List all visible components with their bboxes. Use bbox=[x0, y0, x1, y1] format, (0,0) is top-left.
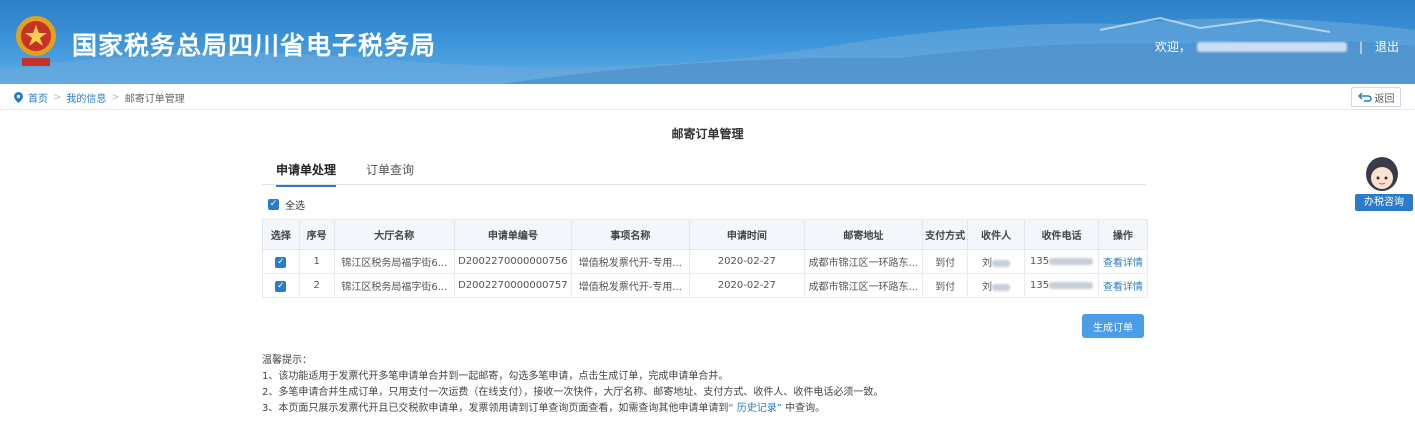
redacted-text bbox=[992, 259, 1011, 267]
cell-address: 成都市锦江区一环路东... bbox=[803, 249, 924, 274]
history-records-link[interactable]: “ 历史记录” bbox=[728, 403, 782, 414]
column-header: 支付方式 bbox=[922, 219, 969, 250]
select-all-checkbox[interactable]: ✓ 全选 bbox=[268, 197, 305, 212]
cell-recipient: 刘 bbox=[967, 273, 1026, 298]
breadcrumb: 首页 > 我的信息 > 邮寄订单管理 bbox=[14, 90, 185, 105]
tab-order-query[interactable]: 订单查询 bbox=[366, 161, 414, 178]
view-details-link[interactable]: 查看详情 bbox=[1097, 249, 1149, 274]
cell-time: 2020-02-27 bbox=[689, 273, 805, 298]
tab-bar: 申请单处理 订单查询 bbox=[262, 155, 1146, 187]
row-select-cell: ✓ bbox=[262, 249, 300, 274]
cell-recipient: 刘 bbox=[967, 249, 1026, 274]
breadcrumb-my-info[interactable]: 我的信息 bbox=[66, 90, 106, 105]
column-header: 大厅名称 bbox=[333, 219, 456, 250]
column-header: 收件人 bbox=[967, 219, 1026, 250]
checkbox-checked-icon: ✓ bbox=[268, 199, 279, 210]
welcome-text: 欢迎， bbox=[1154, 40, 1191, 54]
recipient-text: 刘 bbox=[982, 258, 993, 269]
column-header: 收件电话 bbox=[1024, 219, 1099, 250]
header-banner: 国家税务总局四川省电子税务局 欢迎， | 退出 bbox=[0, 0, 1415, 84]
cell-item: 增值税发票代开-专用... bbox=[570, 273, 691, 298]
cell-payment: 到付 bbox=[922, 273, 969, 298]
logout-link[interactable]: 退出 bbox=[1375, 38, 1399, 55]
redacted-text bbox=[1049, 281, 1094, 289]
phone-text: 135 bbox=[1030, 256, 1050, 267]
breadcrumb-current: 邮寄订单管理 bbox=[124, 94, 185, 105]
cell-no: 2 bbox=[298, 273, 335, 298]
cell-address: 成都市锦江区一环路东... bbox=[803, 273, 924, 298]
tab-application-processing[interactable]: 申请单处理 bbox=[276, 161, 337, 187]
separator: | bbox=[1358, 39, 1363, 54]
site-title: 国家税务总局四川省电子税务局 bbox=[72, 31, 437, 60]
tip-line-2: 2、多笔申请合并生成订单，只用支付一次运费（在线支付），接收一次快件，大厅名称、… bbox=[262, 387, 884, 398]
back-arrow-icon bbox=[1357, 92, 1372, 102]
cell-app-no: D2002270000000757 bbox=[454, 273, 572, 298]
back-label: 返回 bbox=[1374, 93, 1395, 105]
cell-payment: 到付 bbox=[922, 249, 969, 274]
back-button[interactable]: 返回 bbox=[1351, 87, 1401, 107]
table-row: ✓ 1 锦江区税务局福字街6... D2002270000000756 增值税发… bbox=[262, 249, 1149, 274]
table-row: ✓ 2 锦江区税务局福字街6... D2002270000000757 增值税发… bbox=[262, 273, 1149, 298]
page-title: 邮寄订单管理 bbox=[671, 127, 744, 141]
tip-line-1: 1、该功能适用于发票代开多笔申请单合并到一起邮寄，勾选多笔申请，点击生成订单，完… bbox=[262, 371, 729, 382]
cell-item: 增值税发票代开-专用... bbox=[570, 249, 691, 274]
tip-line-3-prefix: 3、本页面只展示发票代开且已交税款申请单，发票领用请到订单查询页面查看，如需查询… bbox=[262, 403, 729, 414]
redacted-text bbox=[992, 283, 1011, 291]
breadcrumb-arrow: > bbox=[111, 92, 120, 103]
applications-table: 选择 序号 大厅名称 申请单编号 事项名称 申请时间 邮寄地址 支付方式 收件人… bbox=[262, 219, 1149, 298]
user-name-redacted bbox=[1196, 41, 1347, 52]
row-select-cell: ✓ bbox=[262, 273, 300, 298]
view-details-link[interactable]: 查看详情 bbox=[1097, 273, 1149, 298]
table-header-row: 选择 序号 大厅名称 申请单编号 事项名称 申请时间 邮寄地址 支付方式 收件人… bbox=[262, 219, 1149, 250]
cell-app-no: D2002270000000756 bbox=[454, 249, 572, 274]
column-header: 申请时间 bbox=[689, 219, 805, 250]
column-header: 事项名称 bbox=[570, 219, 691, 250]
column-header: 操作 bbox=[1097, 219, 1149, 250]
column-header: 邮寄地址 bbox=[803, 219, 924, 250]
cell-no: 1 bbox=[298, 249, 335, 274]
user-bar: 欢迎， | 退出 bbox=[1155, 38, 1399, 55]
cell-phone: 135 bbox=[1024, 249, 1099, 274]
breadcrumb-bar: 首页 > 我的信息 > 邮寄订单管理 返回 bbox=[0, 84, 1415, 110]
cell-hall: 锦江区税务局福字街6... bbox=[333, 273, 456, 298]
recipient-text: 刘 bbox=[982, 282, 993, 293]
breadcrumb-arrow: > bbox=[53, 92, 62, 103]
cell-hall: 锦江区税务局福字街6... bbox=[333, 249, 456, 274]
cell-time: 2020-02-27 bbox=[689, 249, 805, 274]
column-header: 申请单编号 bbox=[454, 219, 572, 250]
tips-title: 温馨提示： bbox=[262, 355, 312, 366]
select-all-label: 全选 bbox=[285, 201, 305, 212]
tax-consult-button[interactable]: 办税咨询 bbox=[1355, 194, 1413, 211]
redacted-text bbox=[1049, 257, 1094, 265]
cell-phone: 135 bbox=[1024, 273, 1099, 298]
phone-text: 135 bbox=[1030, 280, 1050, 291]
tips-section: 温馨提示： 1、该功能适用于发票代开多笔申请单合并到一起邮寄，勾选多笔申请，点击… bbox=[262, 353, 883, 417]
location-pin-icon bbox=[14, 92, 23, 103]
generate-order-button[interactable]: 生成订单 bbox=[1082, 314, 1144, 338]
row-checkbox[interactable]: ✓ bbox=[275, 280, 287, 292]
breadcrumb-home[interactable]: 首页 bbox=[28, 90, 48, 105]
column-header: 序号 bbox=[298, 219, 335, 250]
row-checkbox[interactable]: ✓ bbox=[275, 256, 287, 268]
tip-line-3-suffix: 中查询。 bbox=[781, 403, 826, 414]
tip-line-3: 3、本页面只展示发票代开且已交税款申请单，发票领用请到订单查询页面查看，如需查询… bbox=[262, 401, 883, 417]
tax-emblem-icon bbox=[16, 16, 56, 66]
column-header: 选择 bbox=[262, 219, 300, 250]
